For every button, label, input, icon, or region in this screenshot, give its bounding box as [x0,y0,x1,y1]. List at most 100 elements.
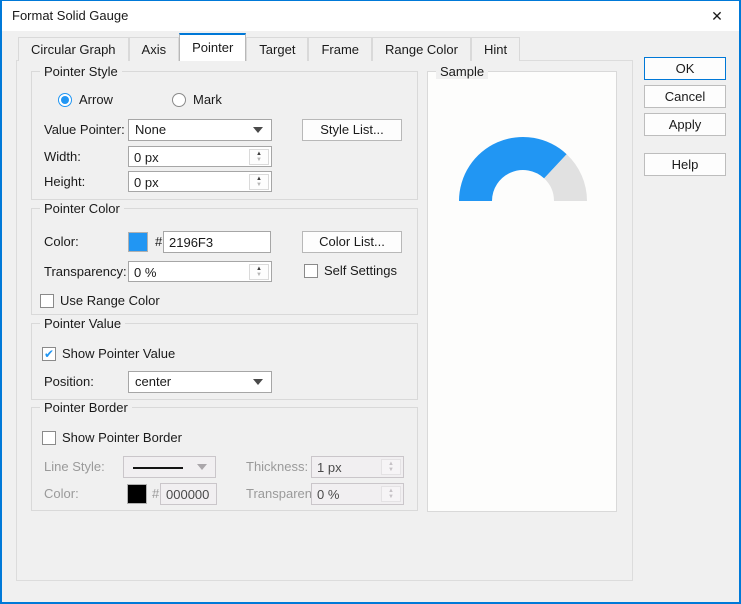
width-input[interactable] [134,147,250,167]
color-label: Color: [44,234,79,249]
spin-down-icon[interactable]: ▼ [256,182,262,188]
ok-button[interactable]: OK [644,57,726,80]
style-list-button[interactable]: Style List... [302,119,402,141]
spinner-buttons[interactable]: ▲ ▼ [249,264,269,280]
spin-down-icon: ▼ [388,467,394,473]
pointer-border-group: Pointer Border Show Pointer Border Line … [31,400,418,511]
tab-circular-graph[interactable]: Circular Graph [18,37,129,61]
pointer-style-group: Pointer Style Arrow Mark Value Pointer: … [31,64,418,200]
line-style-dropdown [123,456,216,478]
thickness-spinner: ▲▼ [311,456,404,478]
width-label: Width: [44,149,81,164]
titlebar: Format Solid Gauge ✕ [2,1,739,31]
value-pointer-label: Value Pointer: [44,122,125,137]
arrow-radio[interactable] [58,93,72,107]
spinner-buttons[interactable]: ▲ ▼ [249,149,269,165]
sample-group: Sample [427,64,617,512]
transparency-spinner[interactable]: ▲▼ [128,261,272,282]
thickness-input [317,457,382,477]
color-list-button[interactable]: Color List... [302,231,402,253]
show-pointer-value-label: Show Pointer Value [62,346,176,361]
tab-strip: Circular Graph Axis Pointer Target Frame… [18,33,521,61]
border-transparency-input [317,484,382,504]
use-range-color-checkbox[interactable] [40,294,54,308]
spinner-buttons: ▲ ▼ [381,459,401,475]
position-value: center [135,374,172,389]
use-range-color-label: Use Range Color [60,293,160,308]
value-pointer-value: None [135,122,167,137]
show-pointer-border-label: Show Pointer Border [62,430,182,445]
value-pointer-dropdown[interactable]: None [128,119,272,141]
border-color-label: Color: [44,486,79,501]
group-legend: Pointer Style [40,64,122,79]
chevron-down-icon [197,464,207,470]
group-legend: Pointer Border [40,400,132,415]
apply-button-label: Apply [668,117,702,132]
apply-button[interactable]: Apply [644,113,726,136]
arrow-radio-label: Arrow [79,92,113,107]
dialog-title: Format Solid Gauge [12,8,129,23]
cancel-button[interactable]: Cancel [644,85,726,108]
transparency-label: Transparency: [44,264,127,279]
thickness-label: Thickness: [246,459,309,474]
sample-gauge [459,136,587,201]
tab-label: Range Color [385,42,458,57]
spin-down-icon[interactable]: ▼ [256,272,262,278]
height-input[interactable] [134,172,250,192]
cancel-button-label: Cancel [664,89,706,104]
format-solid-gauge-dialog: Format Solid Gauge ✕ Circular Graph Axis… [0,0,741,604]
pointer-color-hex-input[interactable] [169,232,267,252]
self-settings-checkbox[interactable] [304,264,318,278]
pointer-color-swatch[interactable] [128,232,148,252]
group-legend: Pointer Value [40,316,126,331]
spin-down-icon[interactable]: ▼ [256,157,262,163]
tab-frame[interactable]: Frame [308,37,372,61]
width-spinner[interactable]: ▲▼ [128,146,272,167]
tab-label: Pointer [192,40,234,55]
spinner-buttons: ▲ ▼ [381,486,401,502]
group-legend: Sample [436,64,489,79]
style-list-button-label: Style List... [320,122,384,137]
chevron-down-icon [253,379,263,385]
group-legend: Pointer Color [40,201,124,216]
pointer-value-group: Pointer Value Show Pointer Value Positio… [31,316,418,400]
mark-radio-label: Mark [193,92,222,107]
border-transparency-spinner: ▲▼ [311,483,404,505]
tab-axis[interactable]: Axis [128,37,180,61]
tab-label: Frame [321,42,359,57]
color-list-button-label: Color List... [319,234,385,249]
self-settings-label: Self Settings [324,263,397,278]
mark-radio[interactable] [172,93,186,107]
tab-label: Axis [141,42,167,57]
tab-range-color[interactable]: Range Color [372,37,471,61]
height-label: Height: [44,174,86,189]
hash-sign: # [155,234,163,249]
chevron-down-icon [253,127,263,133]
pointer-color-hex-field[interactable] [163,231,271,253]
help-button[interactable]: Help [644,153,726,176]
help-button-label: Help [671,157,699,172]
tab-label: Hint [484,42,508,57]
tab-hint[interactable]: Hint [471,37,521,61]
position-label: Position: [44,374,94,389]
height-spinner[interactable]: ▲▼ [128,171,272,192]
border-color-swatch [127,484,147,504]
pointer-color-group: Pointer Color Color: # Color List... Tra… [31,201,418,315]
border-color-hex-input [166,484,213,504]
tab-label: Target [259,42,296,57]
transparency-input[interactable] [134,262,250,282]
solid-line-icon [133,467,183,469]
ok-button-label: OK [675,61,695,76]
position-dropdown[interactable]: center [128,371,272,393]
tab-pointer[interactable]: Pointer [179,33,247,61]
show-pointer-value-checkbox[interactable] [42,347,56,361]
show-pointer-border-checkbox[interactable] [42,431,56,445]
hash-sign: # [152,486,160,501]
pointer-tab-panel: Pointer Style Arrow Mark Value Pointer: … [16,60,633,581]
close-icon[interactable]: ✕ [707,6,727,26]
tab-target[interactable]: Target [246,37,309,61]
border-color-hex-field [160,483,217,505]
tab-label: Circular Graph [31,42,116,57]
line-style-label: Line Style: [44,459,105,474]
spinner-buttons[interactable]: ▲ ▼ [249,174,269,190]
